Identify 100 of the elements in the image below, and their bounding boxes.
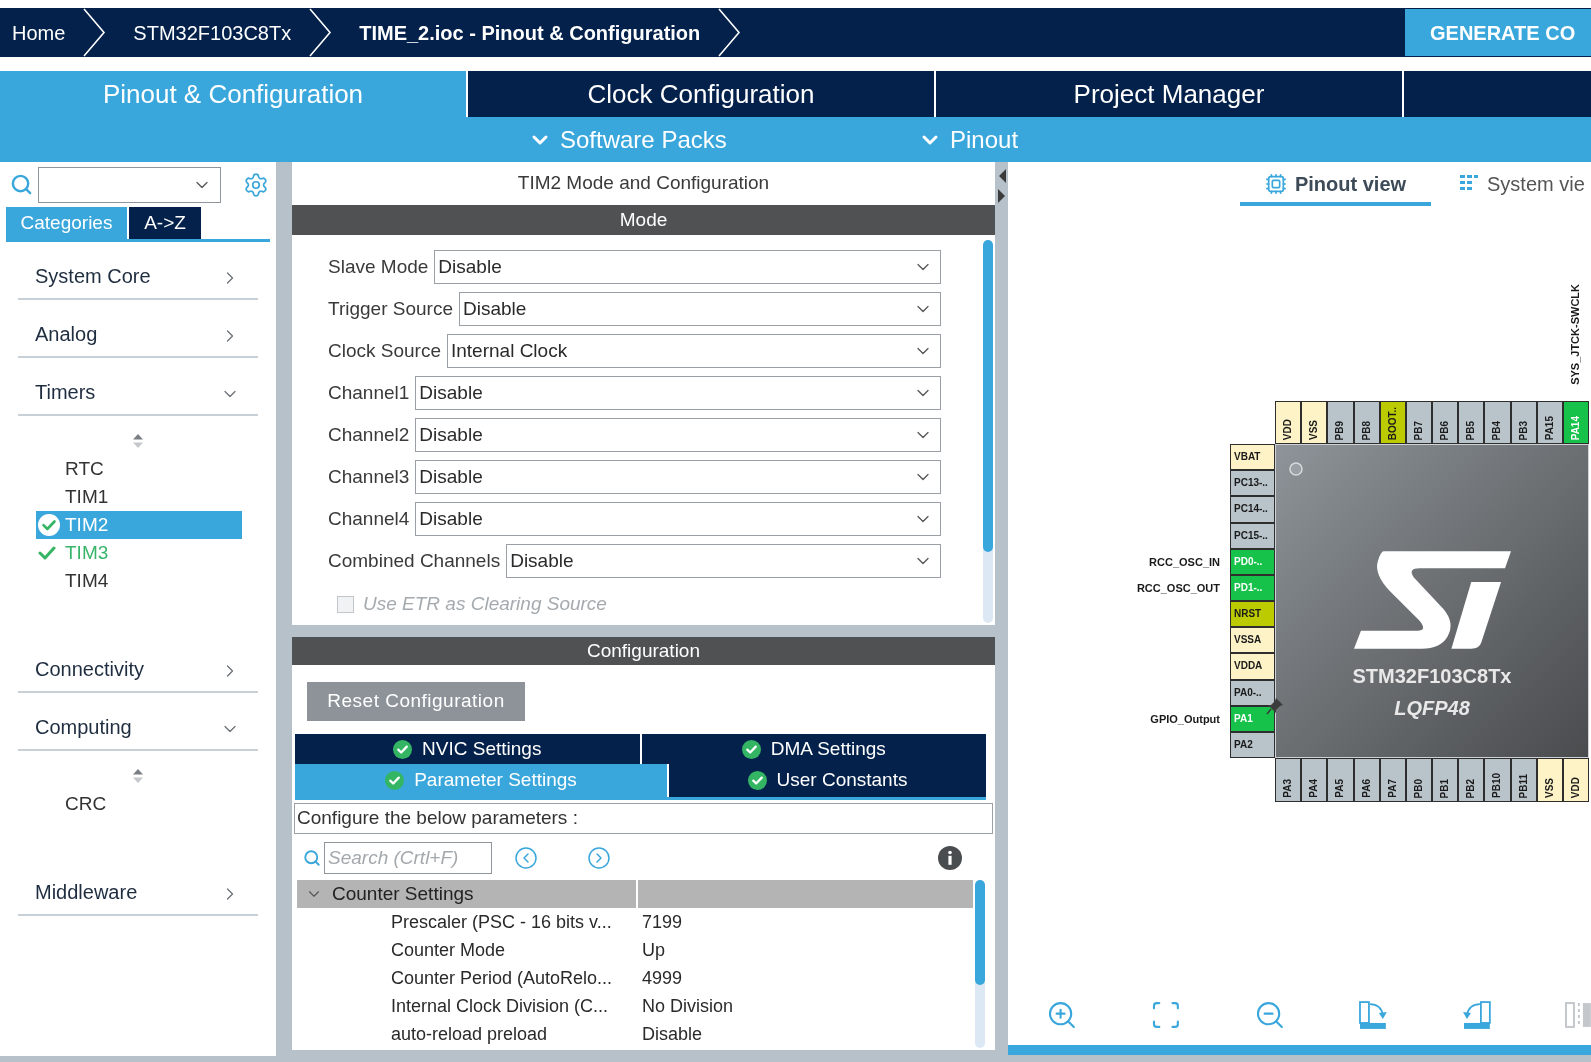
sort-arrows-icon[interactable] <box>132 768 144 784</box>
dropdown-select[interactable]: Disable <box>434 250 941 284</box>
chip-pin[interactable]: PB0 <box>1405 758 1433 802</box>
logo-icon <box>1353 551 1511 651</box>
dropdown-select[interactable]: Disable <box>415 460 941 494</box>
chip-pin[interactable]: VSS <box>1536 758 1563 802</box>
peripheral-item[interactable]: RTC <box>36 455 242 483</box>
chip-pin[interactable]: PB10 <box>1484 758 1511 802</box>
previous-icon[interactable] <box>514 846 538 870</box>
scrollbar-track[interactable] <box>983 240 993 623</box>
dropdown-select[interactable]: Internal Clock <box>447 334 941 368</box>
check-circle-icon <box>393 739 413 759</box>
chip-pin[interactable]: PB7 <box>1405 401 1433 444</box>
chip-pin[interactable]: VBAT <box>1230 444 1275 471</box>
category-item[interactable]: Middleware <box>18 858 258 916</box>
signal-label: RCC_OSC_OUT <box>1136 580 1220 596</box>
info-icon[interactable] <box>938 846 962 870</box>
search-icon[interactable] <box>10 173 33 196</box>
main-tab[interactable]: Clock Configuration <box>468 71 936 117</box>
check-circle-icon <box>385 771 405 790</box>
parameter-value[interactable]: Disable <box>642 1020 703 1048</box>
category-item[interactable]: Analog <box>18 300 258 358</box>
settings-tab[interactable]: DMA Settings <box>641 734 986 764</box>
zoom-in-icon[interactable] <box>1046 999 1078 1031</box>
chip-pin[interactable]: PB5 <box>1458 401 1485 444</box>
search-field[interactable]: Search (Crtl+F) <box>324 842 492 874</box>
view-tab[interactable]: System vie <box>1457 166 1585 206</box>
chip-name: STM32F103C8Tx <box>1352 664 1512 689</box>
chip-pin[interactable]: PA15 <box>1536 401 1563 444</box>
chevron-separator-icon <box>717 8 742 57</box>
category-item[interactable]: System Core <box>18 242 258 300</box>
category-item[interactable]: Computing <box>18 693 258 751</box>
sort-arrows-icon[interactable] <box>132 433 144 449</box>
chip-pin[interactable]: PA3 <box>1275 758 1302 802</box>
description-panel: Configure the below parameters : <box>294 803 993 834</box>
chip-pin[interactable]: PC15-.. <box>1230 522 1275 549</box>
scrollbar-track[interactable] <box>975 880 985 1048</box>
chip-pin[interactable]: PB2 <box>1458 758 1485 802</box>
search-icon[interactable] <box>303 849 321 867</box>
chip-pin[interactable]: PA2 <box>1230 731 1275 759</box>
parameter-value[interactable]: 4999 <box>642 964 683 992</box>
chip-pin[interactable]: PA6 <box>1353 758 1380 802</box>
peripheral-item[interactable]: CRC <box>36 790 242 818</box>
settings-icon[interactable] <box>243 171 269 198</box>
field-label: Channel3 <box>328 464 410 489</box>
parameter-value[interactable]: 7199 <box>642 908 683 936</box>
tree-group-row[interactable]: Counter Settings <box>297 880 973 908</box>
horizontal-scrollbar[interactable] <box>1008 1045 1591 1055</box>
split-view-icon[interactable] <box>1565 999 1591 1031</box>
chip-pin[interactable]: PB9 <box>1327 401 1354 444</box>
chip-pin[interactable]: BOOT.. <box>1379 401 1406 444</box>
rotate-left-icon[interactable] <box>1461 999 1494 1031</box>
settings-tab[interactable]: User Constants <box>669 764 986 797</box>
chip-pin[interactable]: PB4 <box>1484 401 1511 444</box>
breadcrumb-link[interactable]: Home <box>12 17 66 48</box>
collapse-arrows-icon[interactable] <box>996 168 1007 204</box>
chip-pin[interactable]: PC14-.. <box>1230 496 1275 523</box>
field-label: Channel4 <box>328 506 410 531</box>
dropdown-select[interactable]: Disable <box>458 292 941 326</box>
field-label: Trigger Source <box>328 296 453 321</box>
chip-pin[interactable]: PA5 <box>1327 758 1354 802</box>
chip-pin[interactable]: VDDA <box>1230 653 1275 680</box>
category-item[interactable]: Connectivity <box>18 635 258 693</box>
breadcrumb-link[interactable]: STM32F103C8Tx <box>133 17 292 48</box>
chip-pin[interactable]: VSSA <box>1230 627 1275 654</box>
peripheral-item[interactable]: TIM4 <box>36 567 242 595</box>
scrollbar-thumb[interactable] <box>975 880 985 985</box>
dropdown-select[interactable]: Disable <box>415 502 941 536</box>
next-icon[interactable] <box>587 846 611 870</box>
sidebar-tab[interactable]: A->Z <box>129 207 201 239</box>
chip-pin[interactable]: VSS <box>1301 401 1328 444</box>
chip-pin[interactable]: VDD <box>1275 401 1302 444</box>
chip-pin[interactable]: PB6 <box>1432 401 1459 444</box>
main-tab[interactable]: Project Manager <box>936 71 1404 117</box>
view-tab[interactable]: Pinout view <box>1240 166 1431 206</box>
chip-pin[interactable]: PB3 <box>1510 401 1537 444</box>
parameter-value[interactable]: No Division <box>642 992 734 1020</box>
breadcrumb-link[interactable]: TIME_2.ioc - Pinout & Configuration <box>359 17 701 48</box>
chip-pin[interactable]: PC13-.. <box>1230 470 1275 497</box>
chip-pin[interactable]: PA0-.. <box>1230 679 1275 706</box>
chip-pin[interactable]: NRST <box>1230 601 1275 628</box>
chip-pin[interactable]: PB11 <box>1510 758 1537 802</box>
chip-pin[interactable]: PB8 <box>1353 401 1380 444</box>
chip-pin[interactable]: VDD <box>1562 758 1590 802</box>
chip-pin[interactable]: PA7 <box>1379 758 1406 802</box>
settings-tab[interactable]: NVIC Settings <box>295 734 640 764</box>
dropdown-select[interactable]: Disable <box>415 418 941 452</box>
rotate-right-icon[interactable] <box>1357 999 1390 1031</box>
chip-pin[interactable]: PA4 <box>1301 758 1328 802</box>
category-item[interactable]: Timers <box>18 358 258 416</box>
dropdown-select[interactable]: Disable <box>506 544 941 578</box>
peripheral-item[interactable]: TIM1 <box>36 483 242 511</box>
signal-label: SYS_JTCK-SWCLK <box>1570 284 1582 385</box>
section-header: Mode <box>292 205 995 235</box>
scrollbar-thumb[interactable] <box>983 240 993 552</box>
chip-pin[interactable]: PB1 <box>1432 758 1459 802</box>
dropdown-select[interactable]: Disable <box>415 376 941 410</box>
category-search-field[interactable] <box>38 166 221 203</box>
parameter-value[interactable]: Up <box>642 936 665 964</box>
chip-icon <box>1264 173 1287 195</box>
